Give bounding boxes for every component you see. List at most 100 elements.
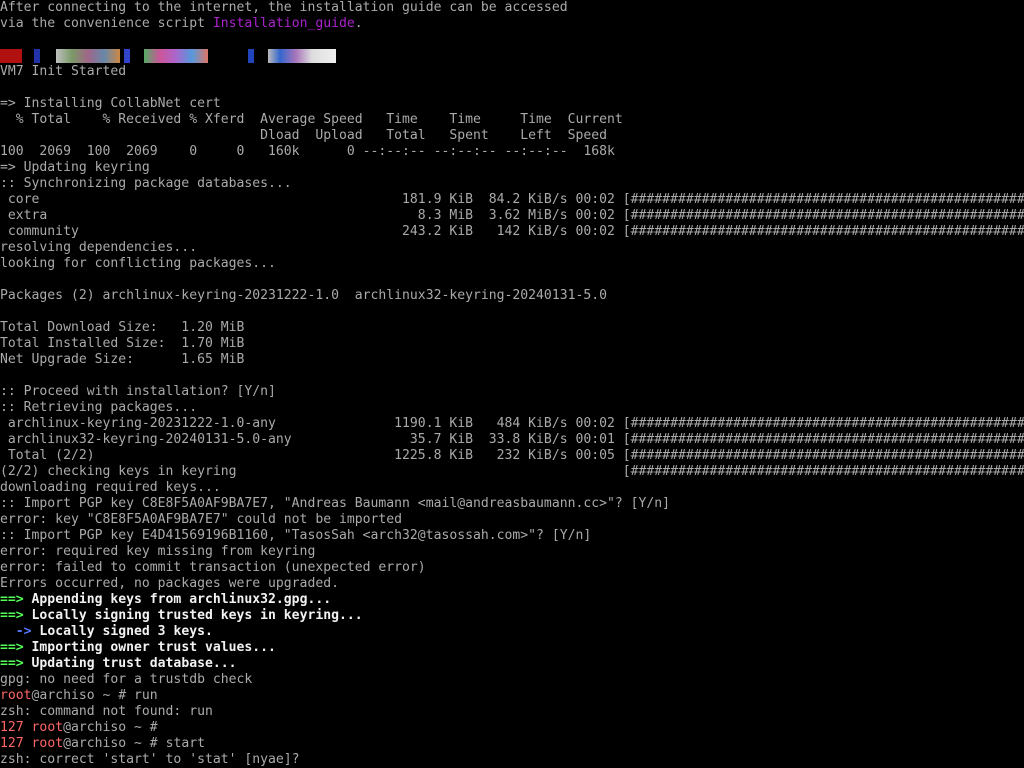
- terminal-text: 127: [0, 720, 32, 735]
- terminal-line: ==> Importing owner trust values...: [0, 640, 1024, 656]
- terminal-line: -> Locally signed 3 keys.: [0, 624, 1024, 640]
- terminal-line: core 181.9 KiB 84.2 KiB/s 00:02 [#######…: [0, 192, 1024, 208]
- terminal-text: archlinux32-keyring-20240131-5.0-any 35.…: [0, 432, 1024, 447]
- terminal-line: community 243.2 KiB 142 KiB/s 00:02 [###…: [0, 224, 1024, 240]
- terminal-text: :: Proceed with installation? [Y/n]: [0, 384, 276, 399]
- terminal-screen[interactable]: After connecting to the internet, the in…: [0, 0, 1024, 768]
- terminal-text: ==>: [0, 656, 24, 671]
- terminal-line: root@archiso ~ # run: [0, 688, 1024, 704]
- terminal-line: => Updating keyring: [0, 160, 1024, 176]
- terminal-line: Total Installed Size: 1.70 MiB: [0, 336, 1024, 352]
- terminal-text: looking for conflicting packages...: [0, 256, 276, 271]
- terminal-line: error: key "C8E8F5A0AF9BA7E7" could not …: [0, 512, 1024, 528]
- terminal-text: archlinux-keyring-20231222-1.0-any 1190.…: [0, 416, 1024, 431]
- terminal-line: archlinux-keyring-20231222-1.0-any 1190.…: [0, 416, 1024, 432]
- terminal-line: ==> Appending keys from archlinux32.gpg.…: [0, 592, 1024, 608]
- terminal-line: :: Synchronizing package databases...: [0, 176, 1024, 192]
- terminal-line: :: Import PGP key E4D41569196B1160, "Tas…: [0, 528, 1024, 544]
- terminal-line: 127 root@archiso ~ # start: [0, 736, 1024, 752]
- terminal-line: error: failed to commit transaction (une…: [0, 560, 1024, 576]
- terminal-line: zsh: command not found: run: [0, 704, 1024, 720]
- terminal-text: Packages (2) archlinux-keyring-20231222-…: [0, 288, 607, 303]
- terminal-text: resolving dependencies...: [0, 240, 198, 255]
- terminal-line: Total (2/2) 1225.8 KiB 232 KiB/s 00:05 […: [0, 448, 1024, 464]
- terminal-line: % Total % Received % Xferd Average Speed…: [0, 112, 1024, 128]
- terminal-text: :: Import PGP key E4D41569196B1160, "Tas…: [0, 528, 592, 543]
- terminal-line: looking for conflicting packages...: [0, 256, 1024, 272]
- terminal-text: via the convenience script: [0, 16, 213, 31]
- terminal-text: Locally signed 3 keys.: [31, 624, 213, 639]
- terminal-text: root: [31, 720, 64, 735]
- terminal-text: core 181.9 KiB 84.2 KiB/s 00:02 [#######…: [0, 192, 1024, 207]
- terminal-text: :: Retrieving packages...: [0, 400, 198, 415]
- terminal-text: VM7 Init Started: [0, 64, 127, 79]
- terminal-line: 127 root@archiso ~ #: [0, 720, 1024, 736]
- terminal-text: After connecting to the internet, the in…: [0, 0, 568, 15]
- terminal-line: gpg: no need for a trustdb check: [0, 672, 1024, 688]
- terminal-text: @archiso ~ # run: [31, 688, 158, 703]
- terminal-text: Total Installed Size: 1.70 MiB: [0, 336, 245, 351]
- terminal-line: ==> Locally signing trusted keys in keyr…: [0, 608, 1024, 624]
- terminal-line: => Installing CollabNet cert: [0, 96, 1024, 112]
- terminal-line: via the convenience script Installation_…: [0, 16, 1024, 32]
- terminal-text: extra 8.3 MiB 3.62 MiB/s 00:02 [########…: [0, 208, 1024, 223]
- terminal-text: community 243.2 KiB 142 KiB/s 00:02 [###…: [0, 224, 1024, 239]
- terminal-text: Net Upgrade Size: 1.65 MiB: [0, 352, 245, 367]
- terminal-text: :: Import PGP key C8E8F5A0AF9BA7E7, "And…: [0, 496, 671, 511]
- terminal-text: ==>: [0, 592, 24, 607]
- terminal-text: => Installing CollabNet cert: [0, 96, 221, 111]
- terminal-text: => Updating keyring: [0, 160, 150, 175]
- terminal-text: Updating trust database...: [23, 656, 237, 671]
- terminal-line: archlinux32-keyring-20240131-5.0-any 35.…: [0, 432, 1024, 448]
- terminal-line: Total Download Size: 1.20 MiB: [0, 320, 1024, 336]
- terminal-text: Dload Upload Total Spent Left Speed: [0, 128, 607, 143]
- terminal-line: 100 2069 100 2069 0 0 160k 0 --:--:-- --…: [0, 144, 1024, 160]
- terminal-text: gpg: no need for a trustdb check: [0, 672, 253, 687]
- terminal-text: ==>: [0, 608, 24, 623]
- terminal-text: Errors occurred, no packages were upgrad…: [0, 576, 339, 591]
- terminal-line: ==> Updating trust database...: [0, 656, 1024, 672]
- terminal-line: resolving dependencies...: [0, 240, 1024, 256]
- terminal-text: (2/2) checking keys in keyring [########…: [0, 464, 1024, 479]
- terminal-text: 127: [0, 736, 32, 751]
- terminal-text: Appending keys from archlinux32.gpg...: [23, 592, 332, 607]
- terminal-text: root: [0, 688, 32, 703]
- terminal-text: @archiso ~ #: [63, 720, 158, 735]
- terminal-text: Locally signing trusted keys in keyring.…: [23, 608, 363, 623]
- terminal-line: (2/2) checking keys in keyring [########…: [0, 464, 1024, 480]
- terminal-line: After connecting to the internet, the in…: [0, 0, 1024, 16]
- terminal-line: Errors occurred, no packages were upgrad…: [0, 576, 1024, 592]
- terminal-text: .: [354, 16, 363, 31]
- terminal-text: error: key "C8E8F5A0AF9BA7E7" could not …: [0, 512, 403, 527]
- terminal-text: downloading required keys...: [0, 480, 221, 495]
- terminal-line: extra 8.3 MiB 3.62 MiB/s 00:02 [########…: [0, 208, 1024, 224]
- terminal-line: zsh: correct 'start' to 'stat' [nyae]?: [0, 752, 1024, 768]
- terminal-text: @archiso ~ # start: [63, 736, 205, 751]
- terminal-line: Net Upgrade Size: 1.65 MiB: [0, 352, 1024, 368]
- terminal-text: Total Download Size: 1.20 MiB: [0, 320, 245, 335]
- terminal-text: Installation_guide: [212, 16, 355, 31]
- terminal-text: zsh: command not found: run: [0, 704, 213, 719]
- color-glitch-bar: [0, 48, 1024, 64]
- terminal-text: Total (2/2) 1225.8 KiB 232 KiB/s 00:05 […: [0, 448, 1024, 463]
- corrupted-color-bar: [0, 49, 336, 63]
- terminal-line: :: Retrieving packages...: [0, 400, 1024, 416]
- terminal-line: :: Proceed with installation? [Y/n]: [0, 384, 1024, 400]
- terminal-text: Importing owner trust values...: [23, 640, 276, 655]
- terminal-text: zsh: correct 'start' to 'stat' [nyae]?: [0, 752, 300, 767]
- terminal-text: :: Synchronizing package databases...: [0, 176, 292, 191]
- terminal-line: VM7 Init Started: [0, 64, 1024, 80]
- terminal-line: downloading required keys...: [0, 480, 1024, 496]
- terminal-line: Dload Upload Total Spent Left Speed: [0, 128, 1024, 144]
- terminal-text: ==>: [0, 640, 24, 655]
- terminal-text: error: failed to commit transaction (une…: [0, 560, 426, 575]
- terminal-line: error: required key missing from keyring: [0, 544, 1024, 560]
- terminal-text: root: [31, 736, 64, 751]
- terminal-line: :: Import PGP key C8E8F5A0AF9BA7E7, "And…: [0, 496, 1024, 512]
- terminal-text: % Total % Received % Xferd Average Speed…: [0, 112, 623, 127]
